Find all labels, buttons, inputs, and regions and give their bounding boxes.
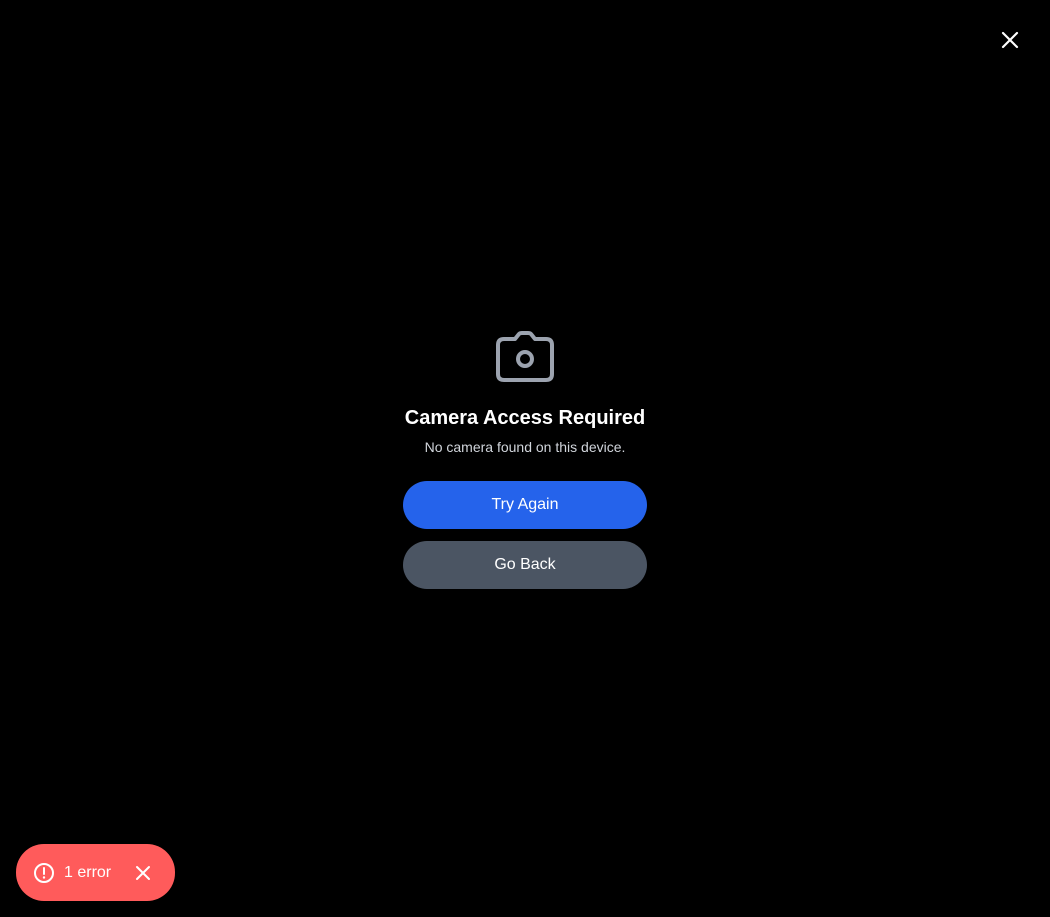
close-icon bbox=[136, 865, 151, 880]
dismiss-errors-button[interactable] bbox=[131, 861, 155, 885]
open-errors-button[interactable]: 1 error bbox=[32, 861, 111, 885]
dialog-title: Camera Access Required bbox=[404, 407, 646, 429]
error-toast: 1 error bbox=[16, 844, 175, 901]
alert-circle-icon bbox=[32, 861, 56, 885]
camera-icon bbox=[494, 330, 556, 384]
dialog-message: No camera found on this device. bbox=[424, 439, 626, 455]
close-icon bbox=[1001, 31, 1019, 49]
try-again-button[interactable]: Try Again bbox=[403, 481, 647, 529]
error-count-label: 1 error bbox=[64, 863, 112, 881]
camera-screen: Camera Access Required No camera found o… bbox=[0, 0, 1050, 917]
close-button[interactable] bbox=[994, 24, 1026, 56]
go-back-button[interactable]: Go Back bbox=[403, 541, 647, 589]
camera-permission-panel: Camera Access Required No camera found o… bbox=[403, 330, 647, 589]
